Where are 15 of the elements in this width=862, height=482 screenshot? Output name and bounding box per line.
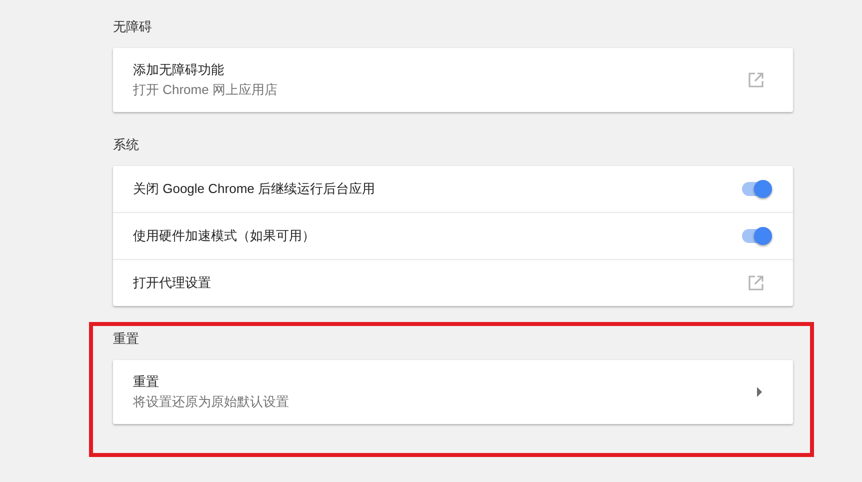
row-description: 打开 Chrome 网上应用店: [133, 81, 278, 99]
caret-icon[interactable]: [757, 387, 762, 397]
section-heading: 无障碍: [113, 18, 153, 36]
row-label: 关闭 Google Chrome 后继续运行后台应用: [133, 180, 375, 198]
toggle-switch[interactable]: [742, 226, 772, 246]
external-link-icon[interactable]: [748, 275, 764, 291]
row-description: 将设置还原为原始默认设置: [133, 393, 289, 411]
section-heading: 系统: [113, 136, 140, 154]
row-label: 重置: [133, 373, 159, 391]
row-label: 打开代理设置: [133, 274, 211, 292]
external-link-icon[interactable]: [748, 72, 764, 88]
row-label: 使用硬件加速模式（如果可用）: [133, 227, 315, 245]
row-label: 添加无障碍功能: [133, 61, 224, 79]
toggle-switch[interactable]: [742, 179, 772, 199]
section-heading: 重置: [113, 330, 140, 348]
